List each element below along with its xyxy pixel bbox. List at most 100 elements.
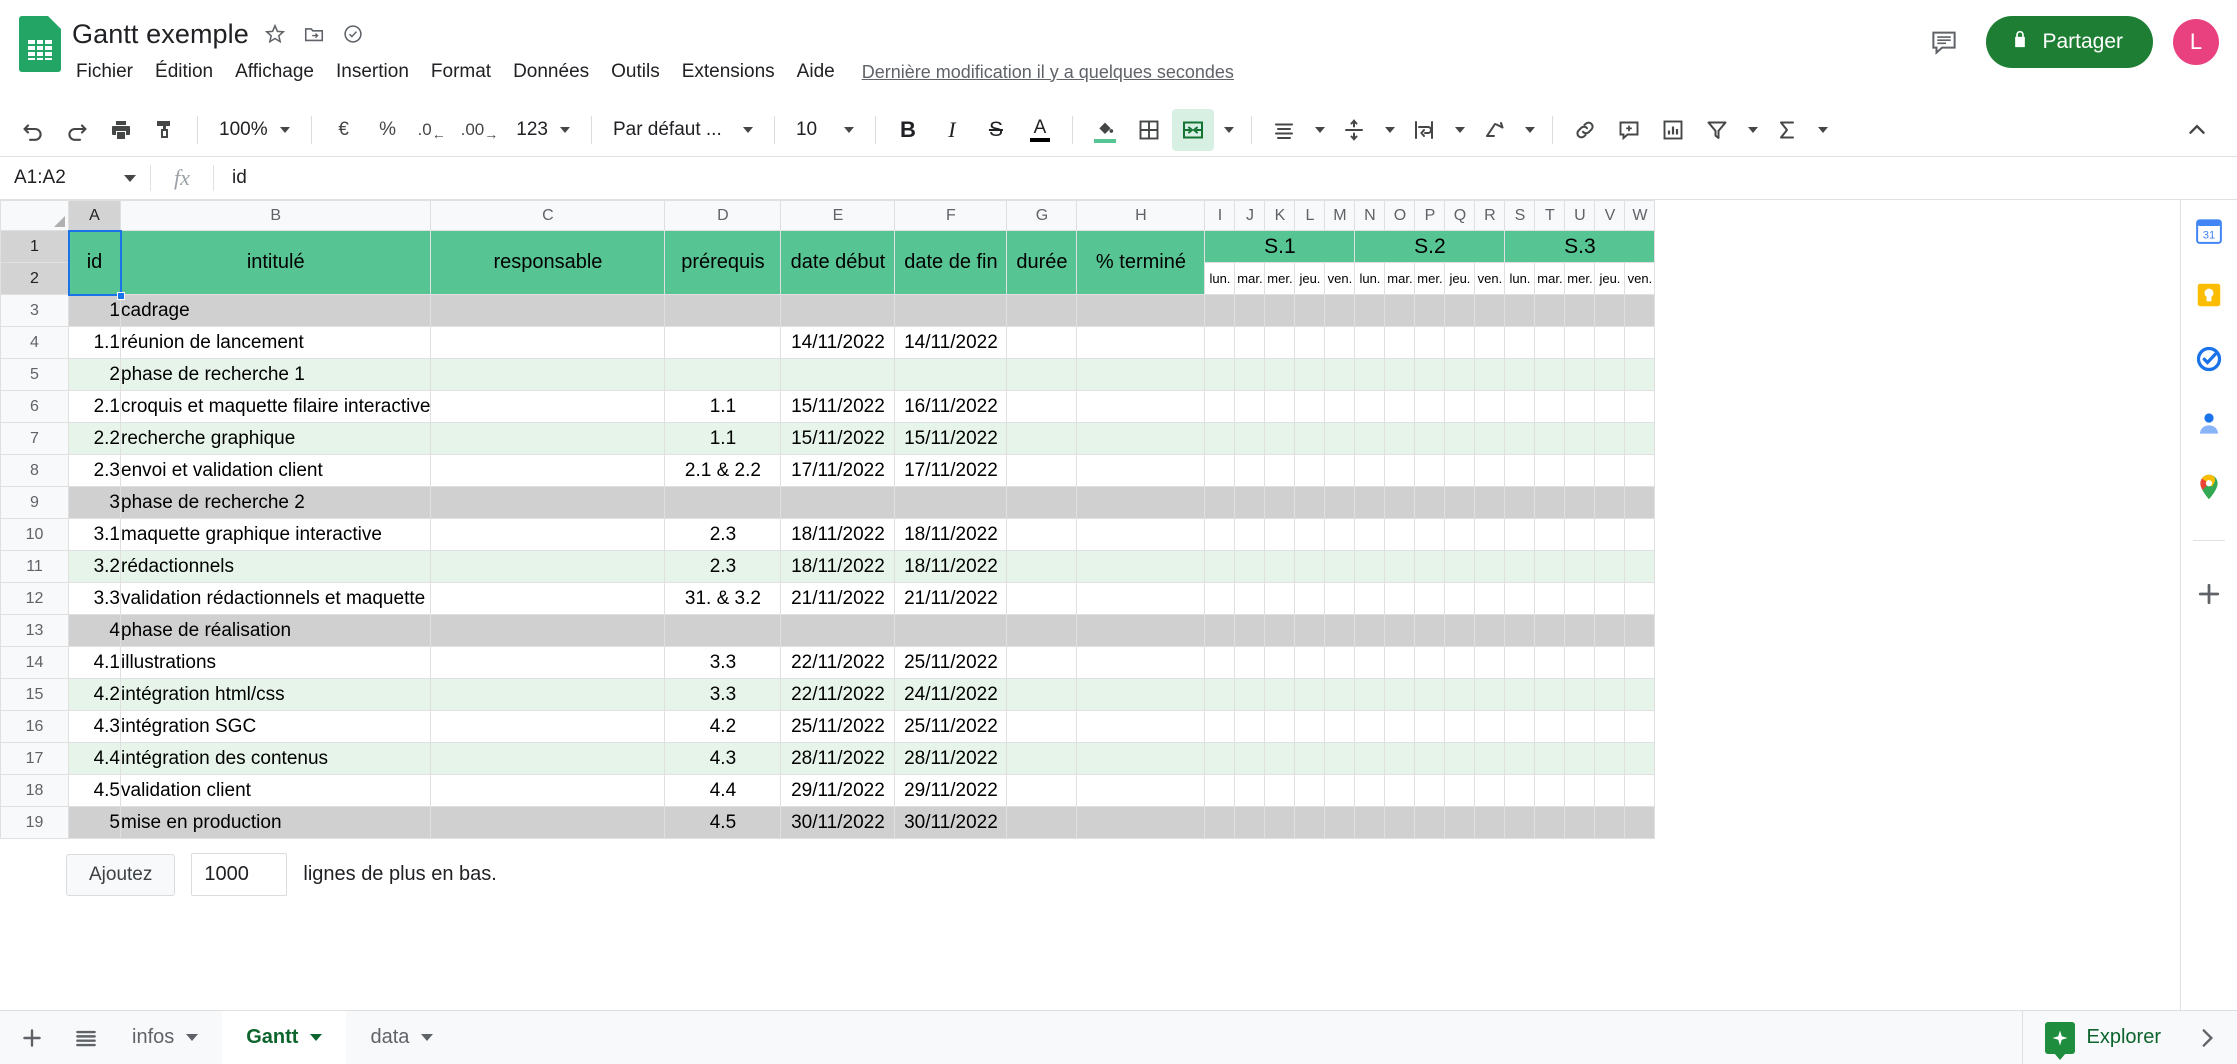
gantt-cell[interactable]	[1384, 678, 1416, 711]
page-title[interactable]: Gantt exemple	[72, 19, 249, 50]
font-family-selector[interactable]: Par défaut ...	[603, 109, 763, 151]
gantt-cell[interactable]	[1294, 390, 1326, 423]
week-header-2[interactable]: S.2	[1354, 230, 1506, 263]
gantt-cell[interactable]	[1324, 614, 1356, 647]
gantt-cell[interactable]	[1504, 614, 1536, 647]
day-header-2-5[interactable]: ven.	[1474, 262, 1506, 295]
cell-responsable[interactable]	[430, 710, 666, 743]
gantt-cell[interactable]	[1204, 390, 1236, 423]
decrease-decimal-button[interactable]: .0 ←	[411, 109, 453, 151]
gantt-cell[interactable]	[1474, 582, 1506, 615]
number-format-selector[interactable]: 123	[506, 109, 580, 151]
gantt-cell[interactable]	[1504, 806, 1536, 839]
row-header-13[interactable]: 13	[0, 614, 69, 647]
gantt-cell[interactable]	[1444, 614, 1476, 647]
cell-date-fin[interactable]	[894, 294, 1008, 327]
column-header-t[interactable]: T	[1534, 200, 1566, 231]
cell-date-debut[interactable]	[780, 486, 896, 519]
strikethrough-button[interactable]: S	[975, 109, 1017, 151]
cell-id[interactable]: 2	[68, 358, 121, 391]
star-icon[interactable]	[262, 21, 288, 47]
gantt-cell[interactable]	[1354, 806, 1386, 839]
cell-prerequis[interactable]: 1.1	[664, 390, 782, 423]
gantt-cell[interactable]	[1204, 326, 1236, 359]
gantt-cell[interactable]	[1564, 710, 1596, 743]
add-sheet-icon[interactable]	[10, 1016, 54, 1060]
table-row[interactable]: 15 4.2 intégration html/css 3.3 22/11/2022 24…	[0, 678, 1656, 711]
cell-duree[interactable]	[1006, 550, 1078, 583]
zoom-selector[interactable]: 100%	[209, 109, 300, 151]
gantt-cell[interactable]	[1324, 294, 1356, 327]
spreadsheet-table[interactable]: A B C D E F G H I J K L M N O P Q R S T U V W 1 id intitulé respon…	[0, 200, 1656, 839]
gantt-cell[interactable]	[1354, 710, 1386, 743]
gantt-cell[interactable]	[1384, 294, 1416, 327]
gantt-cell[interactable]	[1204, 422, 1236, 455]
table-row[interactable]: 13 4 phase de réalisation	[0, 614, 1656, 647]
gantt-cell[interactable]	[1414, 678, 1446, 711]
cell-duree[interactable]	[1006, 646, 1078, 679]
cell-prerequis[interactable]: 2.1 & 2.2	[664, 454, 782, 487]
gantt-cell[interactable]	[1504, 358, 1536, 391]
gantt-cell[interactable]	[1324, 646, 1356, 679]
gantt-cell[interactable]	[1624, 742, 1656, 775]
day-header-3-4[interactable]: jeu.	[1594, 262, 1626, 295]
add-rows-button[interactable]: Ajoutez	[66, 853, 176, 896]
gantt-cell[interactable]	[1384, 806, 1416, 839]
row-header-18[interactable]: 18	[0, 774, 69, 807]
column-header-e[interactable]: E	[780, 200, 896, 231]
cell-prerequis[interactable]	[664, 358, 782, 391]
gantt-cell[interactable]	[1594, 742, 1626, 775]
gantt-cell[interactable]	[1324, 774, 1356, 807]
gantt-cell[interactable]	[1324, 710, 1356, 743]
gantt-cell[interactable]	[1414, 358, 1446, 391]
cell-prerequis[interactable]: 31. & 3.2	[664, 582, 782, 615]
cell-date-debut[interactable]: 22/11/2022	[780, 646, 896, 679]
gantt-cell[interactable]	[1354, 614, 1386, 647]
cell-prerequis[interactable]	[664, 294, 782, 327]
gantt-cell[interactable]	[1534, 710, 1566, 743]
text-rotation-icon[interactable]	[1473, 109, 1515, 151]
cell-intitule[interactable]: rédactionnels	[119, 550, 432, 583]
cell-date-fin[interactable]: 28/11/2022	[894, 742, 1008, 775]
gantt-cell[interactable]	[1474, 646, 1506, 679]
table-row[interactable]: 3 1 cadrage	[0, 294, 1656, 327]
gantt-cell[interactable]	[1414, 550, 1446, 583]
gantt-cell[interactable]	[1264, 390, 1296, 423]
gantt-cell[interactable]	[1414, 646, 1446, 679]
cell-date-debut[interactable]: 18/11/2022	[780, 550, 896, 583]
menu-format[interactable]: Format	[420, 57, 502, 87]
cell-pct-termine[interactable]	[1076, 358, 1206, 391]
gantt-cell[interactable]	[1444, 646, 1476, 679]
gantt-cell[interactable]	[1534, 518, 1566, 551]
column-header-i[interactable]: I	[1204, 200, 1236, 231]
cell-date-debut[interactable]	[780, 358, 896, 391]
gantt-cell[interactable]	[1474, 518, 1506, 551]
chevron-down-icon[interactable]	[186, 1034, 199, 1041]
cell-date-debut[interactable]: 22/11/2022	[780, 678, 896, 711]
gantt-cell[interactable]	[1564, 614, 1596, 647]
gantt-cell[interactable]	[1474, 774, 1506, 807]
cell-duree[interactable]	[1006, 422, 1078, 455]
gantt-cell[interactable]	[1384, 518, 1416, 551]
gantt-cell[interactable]	[1534, 806, 1566, 839]
gantt-cell[interactable]	[1204, 358, 1236, 391]
gantt-cell[interactable]	[1414, 294, 1446, 327]
gantt-cell[interactable]	[1444, 774, 1476, 807]
cell-prerequis[interactable]	[664, 326, 782, 359]
cell-intitule[interactable]: phase de recherche 1	[119, 358, 432, 391]
cell-duree[interactable]	[1006, 774, 1078, 807]
day-header-1-3[interactable]: mer.	[1264, 262, 1296, 295]
gantt-cell[interactable]	[1594, 326, 1626, 359]
cell-a1-id[interactable]: id	[68, 230, 121, 295]
gantt-cell[interactable]	[1384, 390, 1416, 423]
gantt-cell[interactable]	[1204, 742, 1236, 775]
gantt-cell[interactable]	[1354, 582, 1386, 615]
cell-pct-termine[interactable]	[1076, 550, 1206, 583]
menu-fichier[interactable]: Fichier	[72, 57, 144, 87]
day-header-1-1[interactable]: lun.	[1204, 262, 1236, 295]
chevron-right-icon[interactable]	[2183, 1011, 2231, 1064]
cell-id[interactable]: 2.3	[68, 454, 121, 487]
gantt-cell[interactable]	[1534, 774, 1566, 807]
gantt-cell[interactable]	[1444, 326, 1476, 359]
gantt-cell[interactable]	[1324, 390, 1356, 423]
